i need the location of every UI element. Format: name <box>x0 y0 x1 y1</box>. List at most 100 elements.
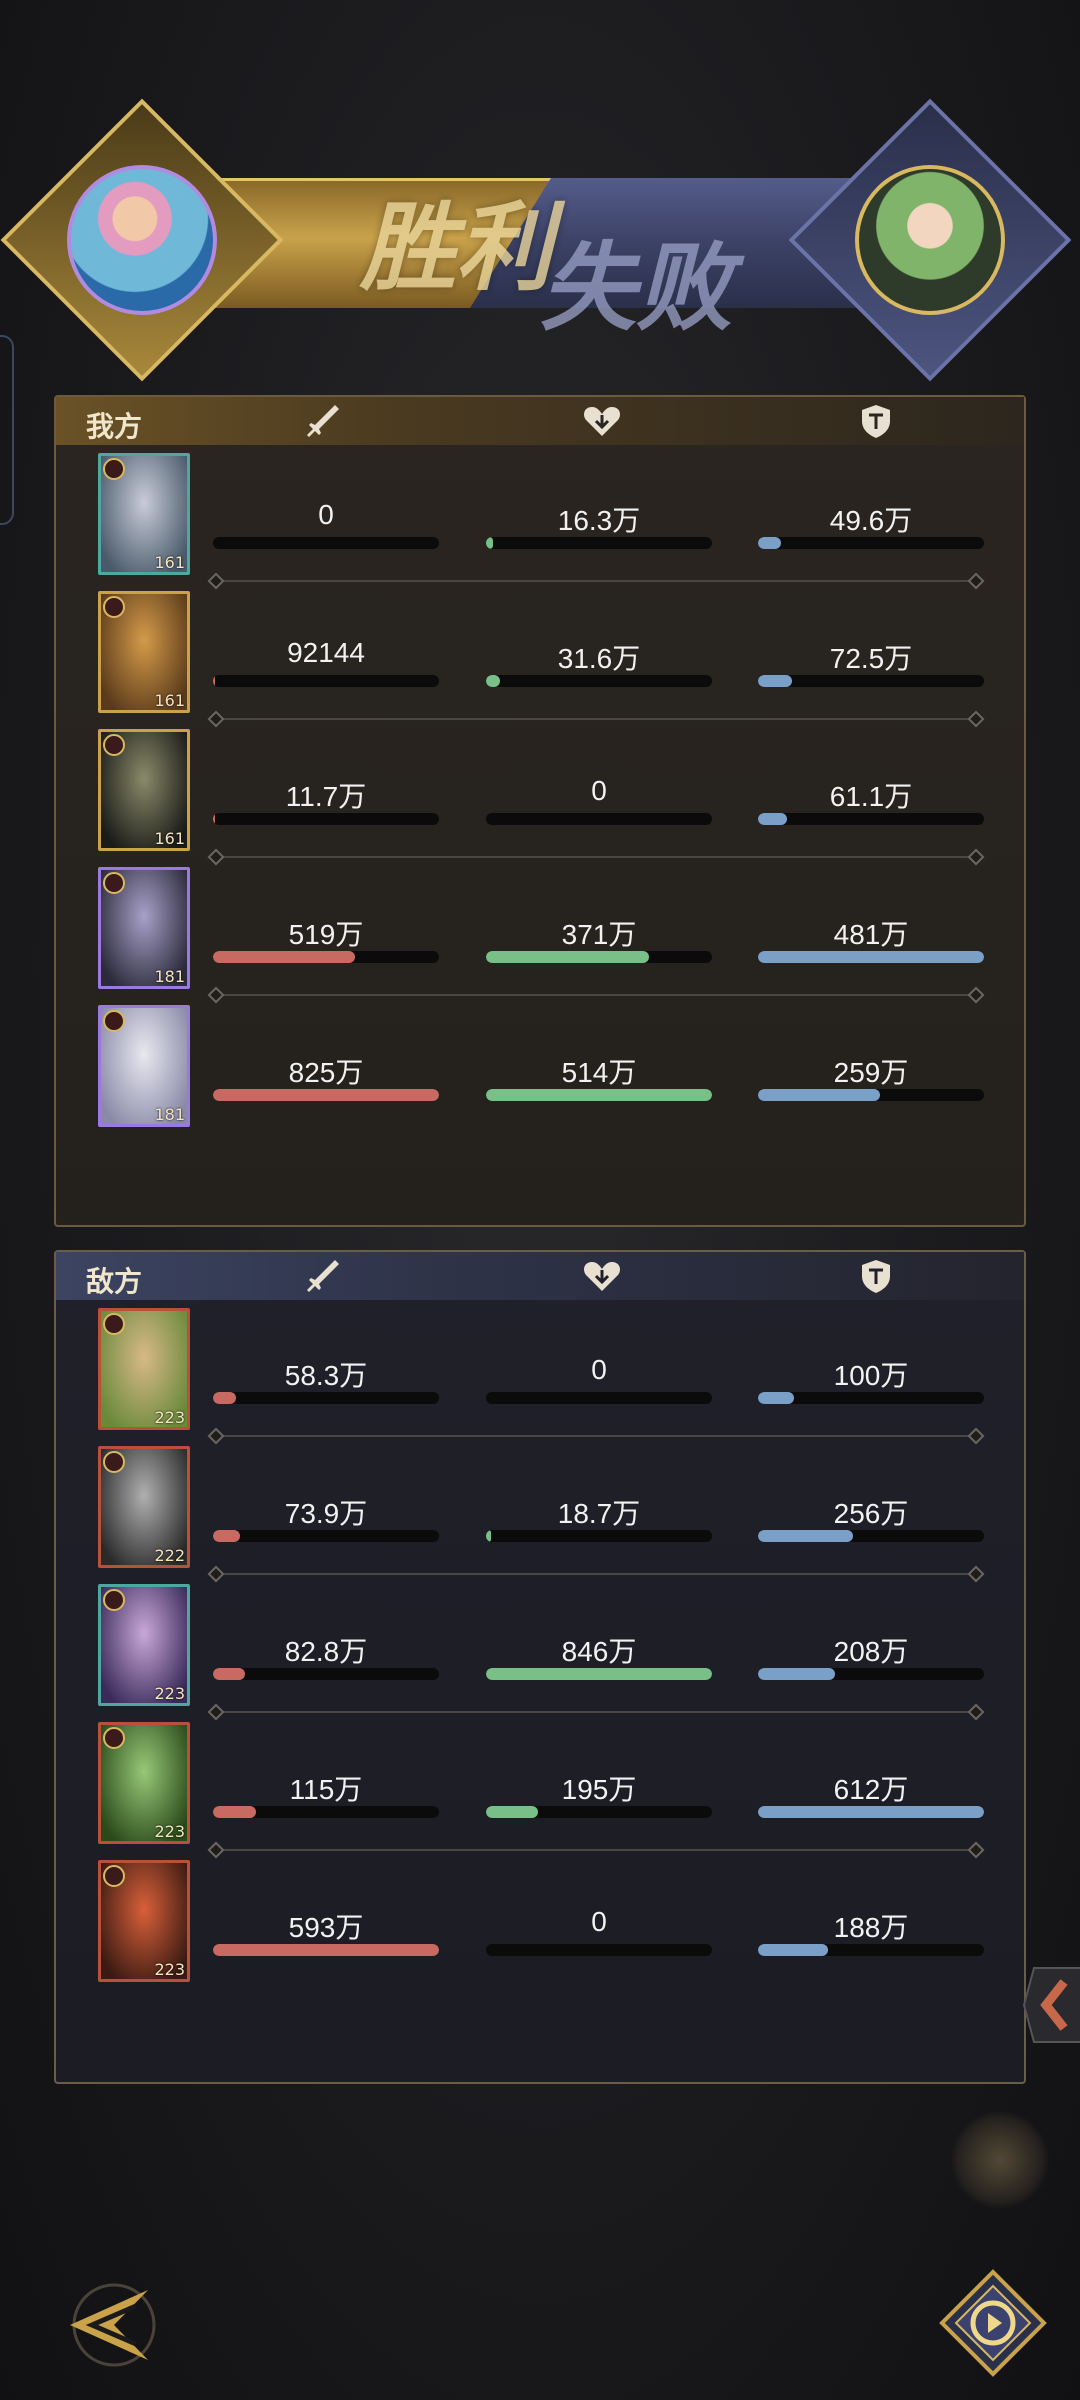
hero-portrait[interactable]: 223 <box>98 1584 190 1706</box>
tank-stat: 256万 <box>758 1492 984 1542</box>
hero-level: 161 <box>154 553 185 572</box>
damage-stat: 58.3万 <box>213 1354 439 1404</box>
tank-stat-value: 100万 <box>833 1360 909 1391</box>
row-divider <box>216 1573 976 1575</box>
healing-stat-value: 514万 <box>561 1057 637 1088</box>
tank-stat-bar-fill <box>758 537 781 549</box>
our-team-title: 我方 <box>86 410 143 443</box>
healing-stat-bar-fill <box>486 1806 538 1818</box>
hero-level: 161 <box>154 691 185 710</box>
faction-badge-icon <box>103 1865 125 1887</box>
tank-stat: 100万 <box>758 1354 984 1404</box>
enemy-team-title: 敌方 <box>86 1265 143 1298</box>
healing-stat: 195万 <box>486 1768 712 1818</box>
damage-stat: 115万 <box>213 1768 439 1818</box>
damage-stat-bar <box>213 951 439 963</box>
healing-stat-bar <box>486 1530 712 1542</box>
row-divider <box>216 718 976 720</box>
healing-stat-bar <box>486 1944 712 1956</box>
damage-stat: 519万 <box>213 913 439 963</box>
hero-level: 161 <box>154 829 185 848</box>
damage-stat: 82.8万 <box>213 1630 439 1680</box>
hero-portrait[interactable]: 161 <box>98 453 190 575</box>
replay-icon[interactable] <box>938 2268 1048 2378</box>
shield-icon <box>862 405 890 438</box>
hero-level: 181 <box>154 967 185 986</box>
healing-stat-value: 0 <box>591 775 607 806</box>
faction-badge-icon <box>103 1451 125 1473</box>
damage-stat-bar <box>213 813 439 825</box>
damage-stat: 825万 <box>213 1051 439 1101</box>
tank-stat-bar-fill <box>758 1392 795 1404</box>
damage-stat-value: 82.8万 <box>284 1636 368 1667</box>
tank-stat: 188万 <box>758 1906 984 1956</box>
shield-icon <box>862 1260 890 1293</box>
hero-row: 223 82.8万 846万 208万 <box>56 1580 1024 1718</box>
hero-portrait[interactable]: 161 <box>98 729 190 851</box>
tank-stat-value: 259万 <box>833 1057 909 1088</box>
healing-stat-bar <box>486 537 712 549</box>
faction-badge-icon <box>103 872 125 894</box>
healing-stat: 18.7万 <box>486 1492 712 1542</box>
healing-stat-bar-fill <box>486 675 500 687</box>
tank-stat-bar-fill <box>758 813 788 825</box>
healing-stat: 371万 <box>486 913 712 963</box>
healing-stat-value: 16.3万 <box>557 505 641 536</box>
healing-stat-value: 0 <box>591 1354 607 1385</box>
damage-stat-bar-fill <box>213 1944 439 1956</box>
hero-portrait[interactable]: 223 <box>98 1722 190 1844</box>
tank-stat-bar <box>758 1668 984 1680</box>
hero-row: 161 92144 31.6万 72.5万 <box>56 587 1024 725</box>
tank-stat-bar <box>758 1089 984 1101</box>
damage-stat-value: 825万 <box>288 1057 364 1088</box>
tank-stat-value: 72.5万 <box>829 643 913 674</box>
faction-badge-icon <box>103 458 125 480</box>
hero-portrait[interactable]: 222 <box>98 1446 190 1568</box>
hero-portrait[interactable]: 223 <box>98 1308 190 1430</box>
healing-stat-bar-fill <box>486 1089 712 1101</box>
tank-stat-value: 256万 <box>833 1498 909 1529</box>
damage-stat-bar-fill <box>213 675 216 687</box>
healing-stat-value: 18.7万 <box>557 1498 641 1529</box>
damage-stat: 0 <box>213 499 439 549</box>
faction-badge-icon <box>103 1010 125 1032</box>
our-player-avatar[interactable] <box>67 165 217 315</box>
tank-stat: 72.5万 <box>758 637 984 687</box>
hero-row: 223 58.3万 0 100万 <box>56 1304 1024 1442</box>
enemy-player-avatar[interactable] <box>855 165 1005 315</box>
enemy-team-panel: 敌方 223 58.3万 0 100万 222 73.9万 18.7万 256万 223 82.8… <box>54 1250 1026 2084</box>
damage-stat-bar <box>213 1530 439 1542</box>
tank-stat-bar <box>758 1530 984 1542</box>
damage-stat-bar <box>213 1806 439 1818</box>
faction-badge-icon <box>103 1313 125 1335</box>
tank-stat-bar <box>758 537 984 549</box>
tank-stat-value: 208万 <box>833 1636 909 1667</box>
damage-stat-bar <box>213 537 439 549</box>
hero-portrait[interactable]: 181 <box>98 867 190 989</box>
sword-icon <box>307 1260 339 1292</box>
side-expand-tab[interactable] <box>1020 1964 1080 2046</box>
hero-portrait[interactable]: 223 <box>98 1860 190 1982</box>
faded-orb <box>950 2110 1050 2210</box>
damage-stat-bar-fill <box>213 951 356 963</box>
hero-portrait[interactable]: 181 <box>98 1005 190 1127</box>
tank-stat-bar-fill <box>758 951 984 963</box>
hero-level: 223 <box>154 1684 185 1703</box>
back-arrow-icon[interactable] <box>52 2270 162 2380</box>
healing-stat-bar <box>486 1392 712 1404</box>
damage-stat-value: 0 <box>318 499 334 530</box>
tank-stat-bar <box>758 1392 984 1404</box>
hero-level: 223 <box>154 1960 185 1979</box>
damage-stat-bar <box>213 675 439 687</box>
row-divider <box>216 994 976 996</box>
faction-badge-icon <box>103 1727 125 1749</box>
damage-stat-bar <box>213 1944 439 1956</box>
tank-stat-value: 61.1万 <box>829 781 913 812</box>
tank-stat-bar-fill <box>758 1668 835 1680</box>
hero-row: 222 73.9万 18.7万 256万 <box>56 1442 1024 1580</box>
our-team-panel: 我方 161 0 16.3万 49.6万 161 92144 31.6万 72.5万 161 11… <box>54 395 1026 1227</box>
hero-portrait[interactable]: 161 <box>98 591 190 713</box>
healing-stat-value: 846万 <box>561 1636 637 1667</box>
hero-row: 181 519万 371万 481万 <box>56 863 1024 1001</box>
hero-level: 181 <box>154 1105 185 1124</box>
